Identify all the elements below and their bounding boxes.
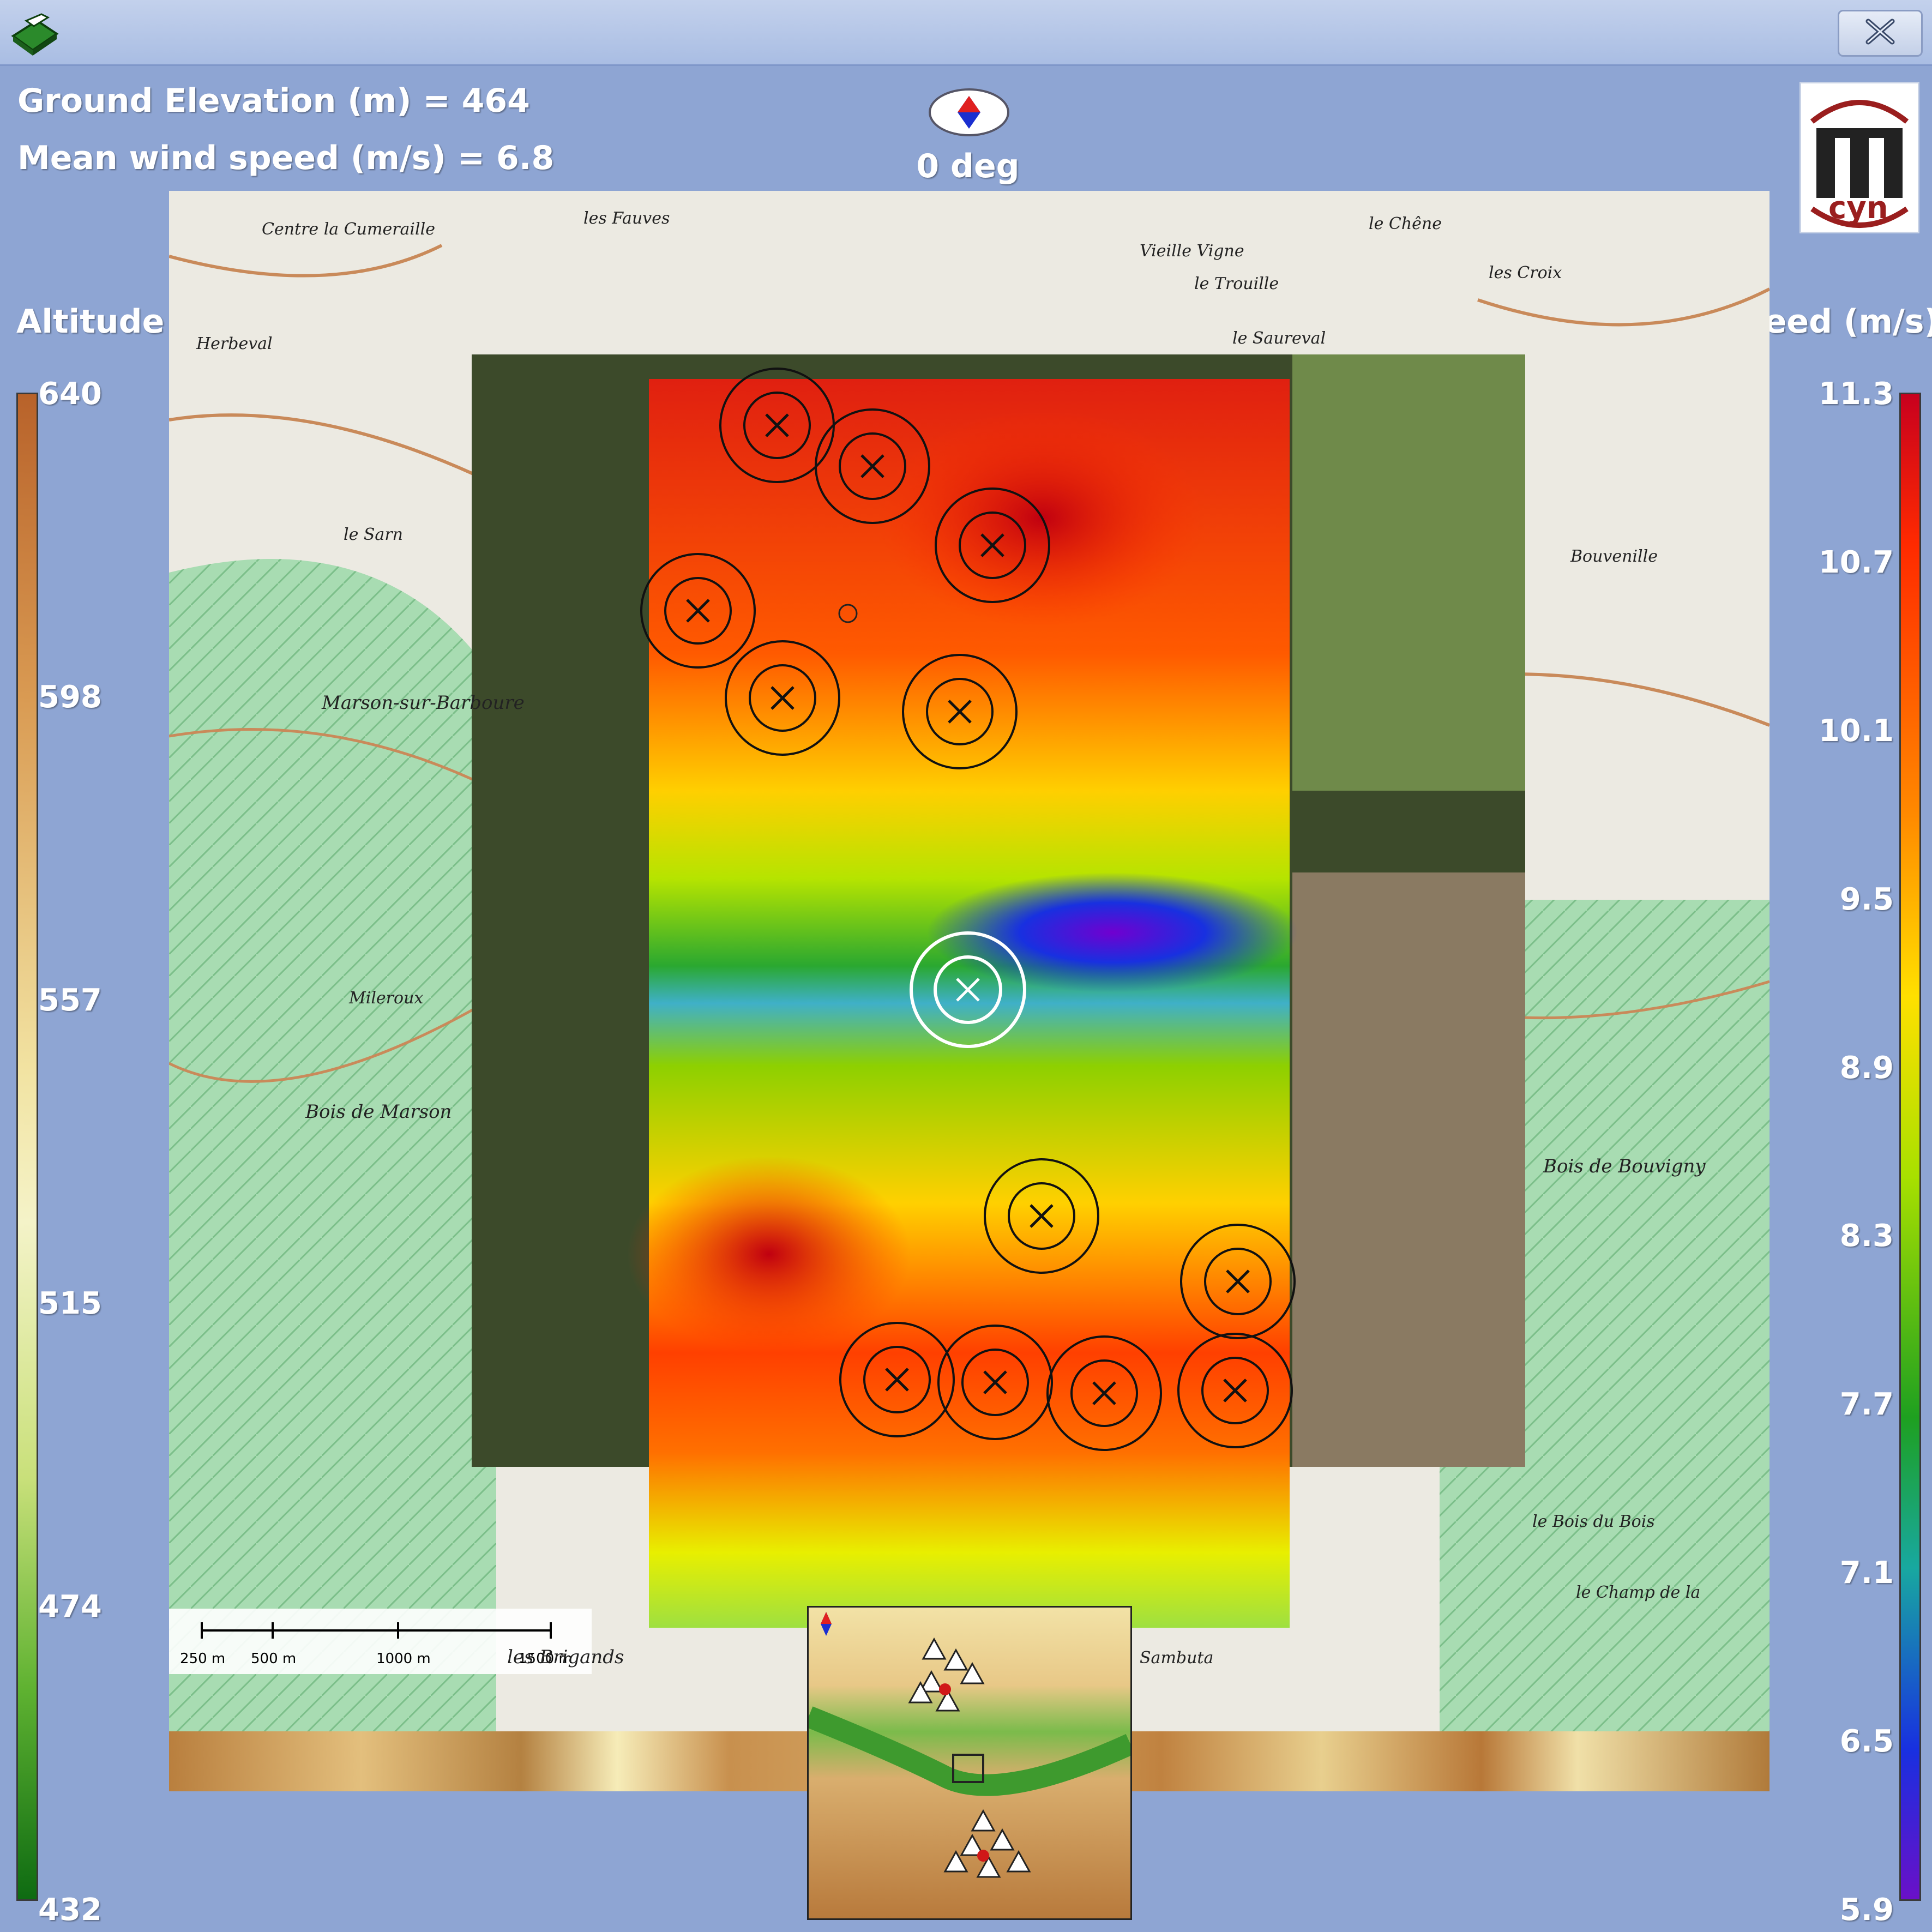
place-label: Herbeval — [196, 334, 273, 353]
place-label: Mileroux — [348, 989, 423, 1008]
wind-direction-icon[interactable] — [927, 86, 1011, 139]
place-label: le Bois du Bois — [1532, 1512, 1655, 1531]
scale-label: 500 m — [251, 1651, 296, 1667]
altitude-tick-label: 432 — [38, 1892, 102, 1928]
wind-map-icon[interactable] — [10, 10, 60, 57]
scale-label: 1000 m — [376, 1651, 431, 1667]
forest-area — [169, 559, 496, 1791]
altitude-tick-label: 640 — [38, 376, 102, 412]
place-label: le Sarn — [344, 525, 403, 544]
place-label: le Champ de la — [1576, 1583, 1700, 1602]
satellite-fields — [1292, 354, 1525, 791]
altitude-tick-label: 598 — [38, 679, 102, 715]
place-label: Vieille Vigne — [1140, 242, 1244, 261]
place-label: Marson-sur-Barboure — [321, 692, 525, 714]
logo-text: cyn — [1828, 190, 1888, 226]
mean-wind-speed-readout: Mean wind speed (m/s) = 6.8 — [17, 139, 555, 177]
place-label: le Saureval — [1232, 329, 1326, 348]
altitude-tick-label: 474 — [38, 1589, 102, 1624]
place-label: les Croix — [1489, 263, 1562, 282]
place-label: Sambuta — [1140, 1648, 1213, 1668]
altitude-tick-label: 515 — [38, 1286, 102, 1321]
altitude-tick-label: 557 — [38, 983, 102, 1018]
place-label: Bouvenille — [1570, 547, 1658, 566]
wind-tick-label: 7.1 — [1839, 1555, 1894, 1591]
wind-map[interactable]: 250 m 500 m 1000 m 1500 m Marson-sur-Bar… — [169, 191, 1770, 1791]
place-label: Centre la Cumeraille — [262, 220, 435, 239]
direction-label: 0 deg — [916, 147, 1020, 185]
wind-tick-label: 7.7 — [1839, 1387, 1894, 1423]
title-bar — [0, 0, 1932, 66]
satellite-fields — [1292, 872, 1525, 1467]
wind-tick-label: 11.3 — [1818, 376, 1894, 412]
close-button[interactable] — [1838, 10, 1923, 57]
place-label: les Brigands — [507, 1646, 624, 1668]
wind-tick-label: 9.5 — [1839, 881, 1894, 917]
close-icon — [1865, 19, 1895, 45]
minimap-site-marker — [939, 1683, 951, 1695]
ground-elevation-readout: Ground Elevation (m) = 464 — [17, 82, 530, 120]
wind-tick-label: 8.9 — [1839, 1050, 1894, 1086]
low-wind-zone — [927, 872, 1298, 992]
wind-tick-label: 10.1 — [1818, 713, 1894, 749]
wind-tick-label: 5.9 — [1839, 1892, 1894, 1928]
minimap-site-marker — [977, 1850, 989, 1862]
wind-tick-label: 6.5 — [1839, 1724, 1894, 1760]
place-label: Bois de Marson — [305, 1101, 452, 1123]
place-label: le Trouille — [1194, 274, 1279, 293]
meteodyn-logo: cyn — [1799, 82, 1919, 233]
wind-tick-label: 8.3 — [1839, 1218, 1894, 1254]
wind-colorbar — [1899, 393, 1921, 1901]
wind-tick-label: 10.7 — [1818, 544, 1894, 580]
place-label: le Chêne — [1369, 214, 1442, 233]
overview-minimap[interactable] — [807, 1606, 1132, 1920]
high-wind-zone — [627, 1156, 911, 1352]
scale-label: 250 m — [180, 1651, 225, 1667]
altitude-colorbar — [16, 393, 38, 1901]
place-label: les Fauves — [583, 209, 670, 228]
place-label: Bois de Bouvigny — [1543, 1155, 1706, 1177]
